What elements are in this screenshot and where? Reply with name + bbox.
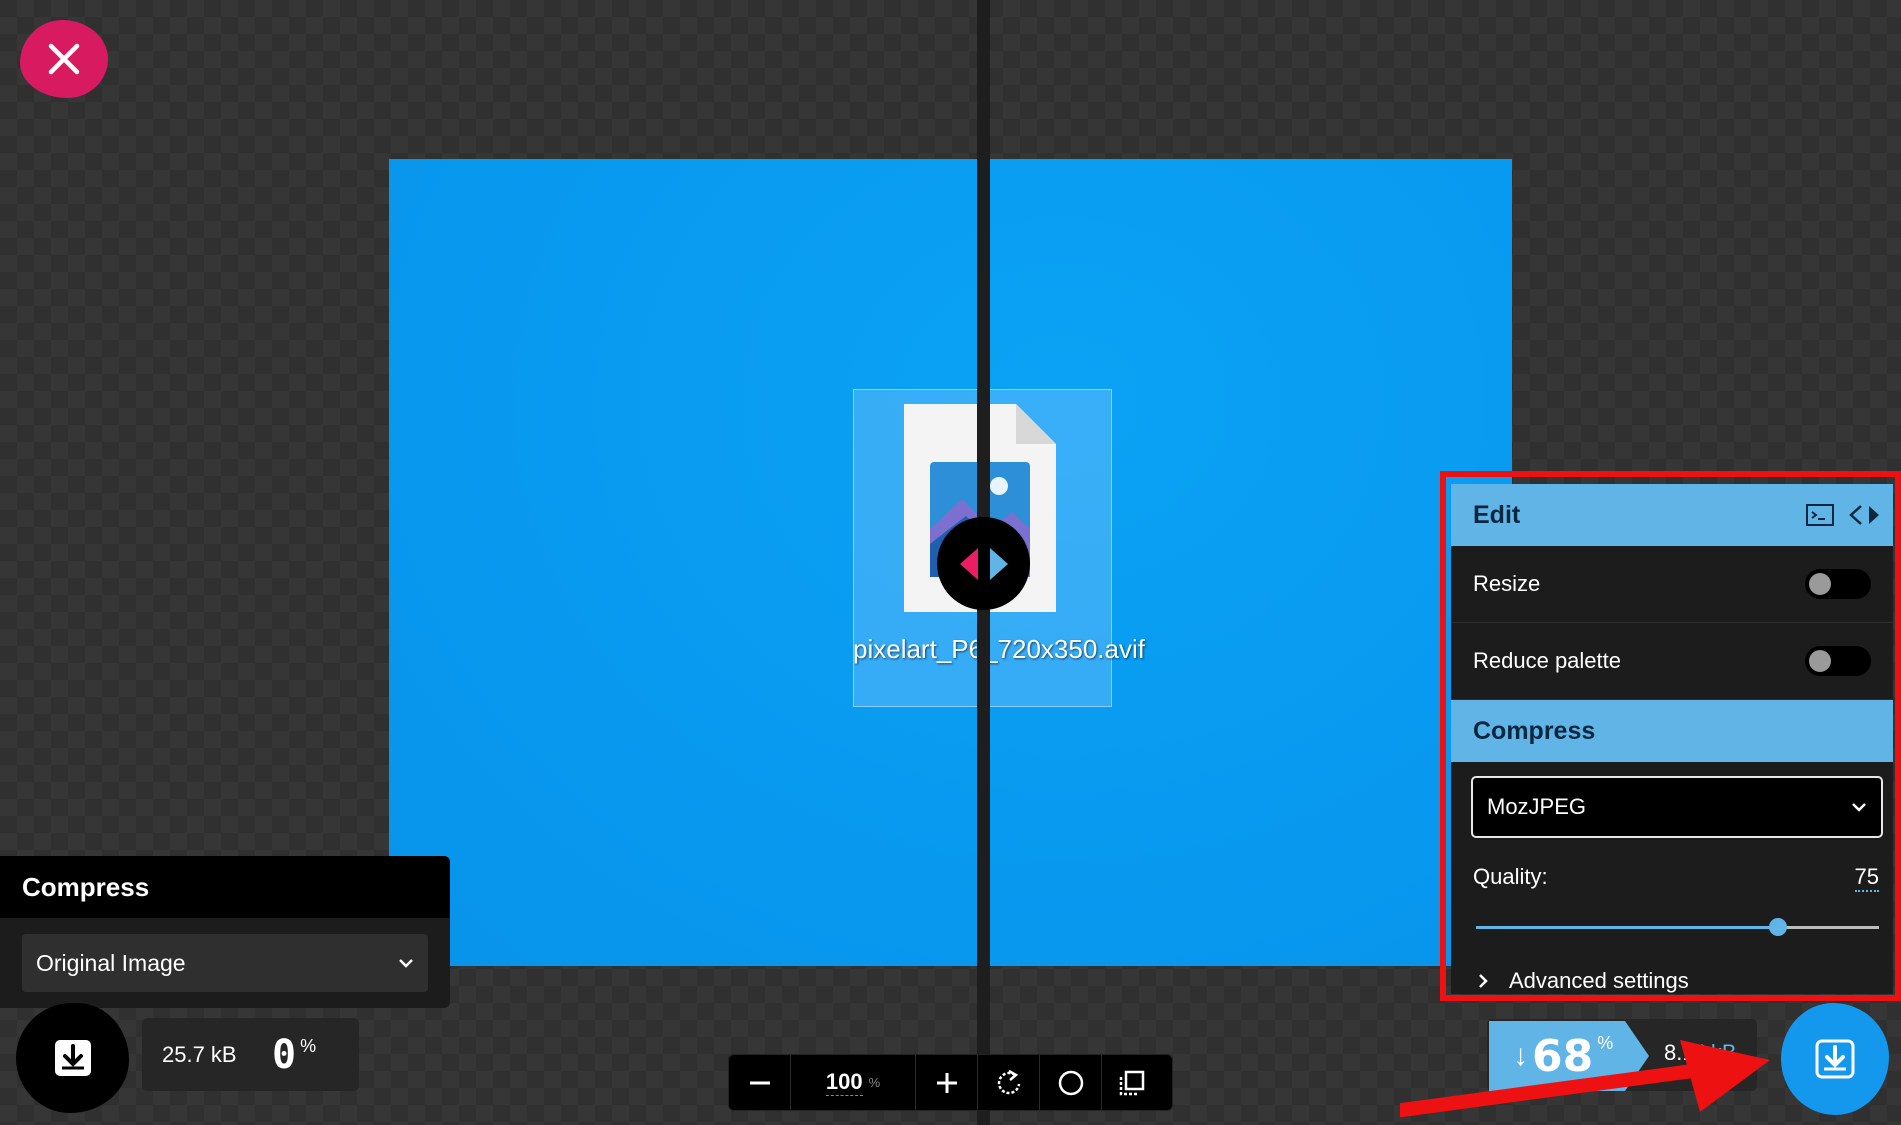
left-compress-panel: Compress Original Image [0,856,450,1008]
rotate-icon [997,1069,1020,1094]
left-reduction-sign: % [300,1036,317,1056]
zoom-out-button[interactable] [729,1055,791,1110]
zoom-toolbar: 100 % [728,1054,1173,1111]
left-panel-title: Compress [0,856,450,918]
circle-icon [1058,1070,1083,1095]
download-icon [1815,1039,1855,1079]
highlight-annotation-box [1440,471,1901,1001]
left-codec-select[interactable]: Original Image [22,934,428,992]
left-size-info: 25.7 kB 0 % [142,1018,359,1091]
background-toggle-button[interactable] [1040,1055,1102,1110]
download-icon [54,1040,91,1076]
left-download-button[interactable] [16,1003,129,1113]
minus-icon [749,1081,770,1084]
left-codec-value: Original Image [36,949,186,976]
arrows-left-right-icon [959,547,1008,580]
left-reduction-value: 0 [272,1031,297,1078]
divider-handle[interactable] [937,517,1030,610]
zoom-level-value: 100 [825,1069,863,1096]
left-file-size: 25.7 kB [162,1041,237,1067]
zoom-level-input[interactable]: 100 % [791,1055,916,1110]
plus-icon [936,1072,957,1093]
chevron-down-icon [399,959,413,968]
annotation-arrow [1400,1040,1770,1117]
crop-icon [1119,1070,1145,1095]
close-icon [48,43,80,75]
close-button[interactable] [20,20,108,98]
rotate-button[interactable] [978,1055,1040,1110]
side-by-side-button[interactable] [1102,1055,1162,1110]
zoom-level-unit: % [868,1075,881,1090]
zoom-in-button[interactable] [916,1055,978,1110]
